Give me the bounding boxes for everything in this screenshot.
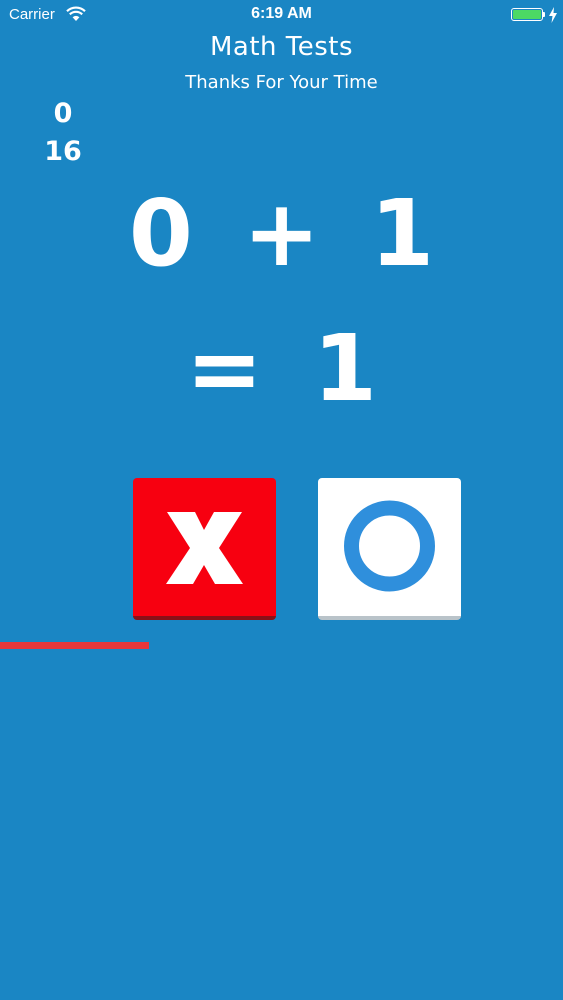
status-bar: Carrier 6:19 AM	[0, 0, 563, 30]
timer-bar	[0, 642, 563, 649]
question-result: = 1	[185, 315, 378, 422]
status-time: 6:19 AM	[251, 5, 312, 22]
battery-level	[513, 10, 541, 19]
page-title: Math Tests	[209, 32, 354, 62]
battery-icon	[511, 8, 543, 21]
page-subtitle: Thanks For Your Time	[185, 72, 378, 93]
battery-tip	[543, 12, 545, 17]
current-score: 0	[53, 98, 73, 129]
question-expression: 0 + 1	[128, 180, 435, 287]
timer-bar-fill	[0, 642, 150, 649]
charging-bolt-icon	[549, 7, 557, 23]
circle-icon	[344, 500, 435, 592]
total-score: 16	[44, 136, 82, 167]
x-icon	[166, 512, 243, 584]
correct-answer-button[interactable]	[318, 478, 461, 620]
wrong-answer-button[interactable]	[133, 478, 276, 620]
